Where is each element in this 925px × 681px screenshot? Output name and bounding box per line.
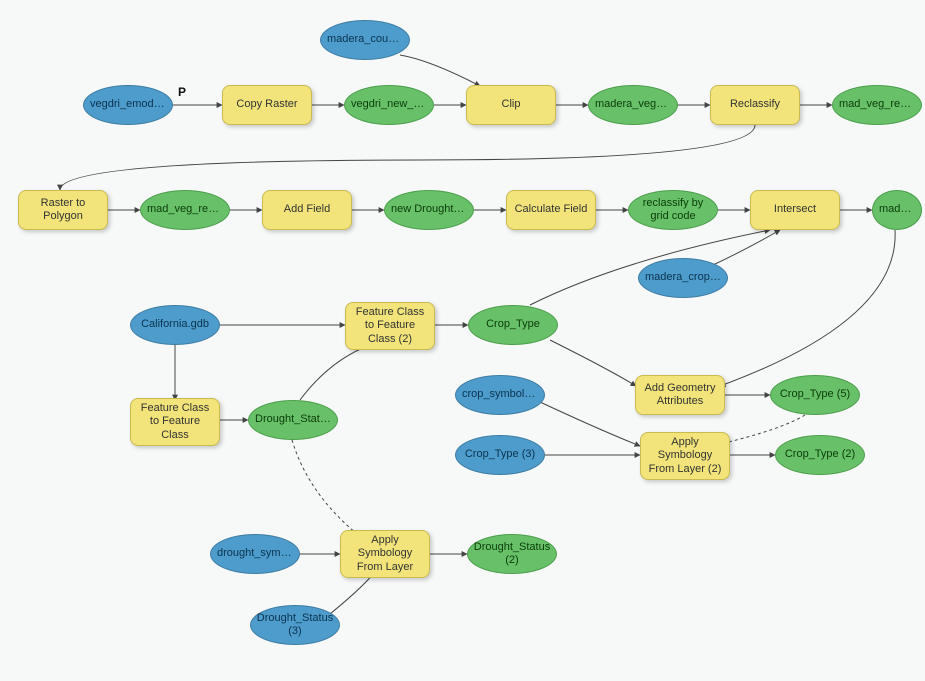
node-label: mad_veg_recl... [147,203,223,216]
node-label: mad_veg_crop... [879,203,915,216]
node-label: Drought_Status (2) [474,541,550,567]
output-node-crop-type-5[interactable]: Crop_Type (5) [770,375,860,415]
node-label: Add Field [284,203,330,216]
tool-node-apply-symbology[interactable]: Apply Symbology From Layer [340,530,430,578]
output-node-crop-type-2[interactable]: Crop_Type (2) [775,435,865,475]
output-node-drought-status[interactable]: Drought_Status [248,400,338,440]
node-label: Crop_Type [486,318,540,331]
param-label-p: P [178,85,186,99]
node-label: madera_vegdr... [595,98,671,111]
node-label: vegdri_new_grid [351,98,427,111]
node-label: Drought_Status [255,413,331,426]
node-label: Reclassify [730,98,780,111]
node-label: Apply Symbology From Layer (2) [647,436,723,476]
output-node-drought-status-2[interactable]: Drought_Status (2) [467,534,557,574]
output-node-madera-vegdr[interactable]: madera_vegdr... [588,85,678,125]
node-label: Crop_Type (2) [785,448,855,461]
data-node-vegdri-emodis[interactable]: vegdri_emodis... [83,85,173,125]
node-label: Add Geometry Attributes [642,382,718,408]
node-label: Raster to Polygon [25,197,101,223]
output-node-mad-veg-recl-2[interactable]: mad_veg_recl... [140,190,230,230]
data-node-drought-symb[interactable]: drought_symb... [210,534,300,574]
node-label: vegdri_emodis... [90,98,166,111]
node-label: Apply Symbology From Layer [347,534,423,574]
output-node-crop-type[interactable]: Crop_Type [468,305,558,345]
model-canvas[interactable]: { "labels": { "p": "P" }, "nodes": { "ve… [0,0,925,681]
node-label: Calculate Field [515,203,588,216]
node-label: Crop_Type (3) [465,448,535,461]
tool-node-fc-to-fc[interactable]: Feature Class to Feature Class [130,398,220,446]
data-node-crop-symbology[interactable]: crop_symbology [455,375,545,415]
node-label: madera_count... [327,33,403,46]
node-label: California.gdb [141,318,209,331]
output-node-mad-veg-recl-1[interactable]: mad_veg_recl... [832,85,922,125]
node-label: Copy Raster [236,98,297,111]
data-node-madera-crops[interactable]: madera_crops... [638,258,728,298]
node-label: Clip [502,98,521,111]
output-node-reclassify-by-grid[interactable]: reclassify by grid code [628,190,718,230]
tool-node-fc-to-fc-2[interactable]: Feature Class to Feature Class (2) [345,302,435,350]
node-label: mad_veg_recl... [839,98,915,111]
node-label: madera_crops... [645,271,721,284]
node-label: Feature Class to Feature Class (2) [352,306,428,346]
tool-node-add-field[interactable]: Add Field [262,190,352,230]
output-node-vegdri-new-grid[interactable]: vegdri_new_grid [344,85,434,125]
tool-node-apply-symbology-2[interactable]: Apply Symbology From Layer (2) [640,432,730,480]
data-node-california-gdb[interactable]: California.gdb [130,305,220,345]
node-label: new Drought field [391,203,467,216]
tool-node-raster-to-polygon[interactable]: Raster to Polygon [18,190,108,230]
node-label: crop_symbology [462,388,538,401]
node-label: Intersect [774,203,816,216]
tool-node-calculate-field[interactable]: Calculate Field [506,190,596,230]
node-label: Crop_Type (5) [780,388,850,401]
tool-node-add-geometry-attributes[interactable]: Add Geometry Attributes [635,375,725,415]
tool-node-intersect[interactable]: Intersect [750,190,840,230]
node-label: drought_symb... [217,547,293,560]
tool-node-reclassify[interactable]: Reclassify [710,85,800,125]
tool-node-copy-raster[interactable]: Copy Raster [222,85,312,125]
tool-node-clip[interactable]: Clip [466,85,556,125]
output-node-new-drought-field[interactable]: new Drought field [384,190,474,230]
output-node-mad-veg-crop[interactable]: mad_veg_crop... [872,190,922,230]
data-node-crop-type-3[interactable]: Crop_Type (3) [455,435,545,475]
data-node-drought-status-3[interactable]: Drought_Status (3) [250,605,340,645]
node-label: Drought_Status (3) [257,612,333,638]
data-node-madera-count[interactable]: madera_count... [320,20,410,60]
node-label: reclassify by grid code [635,197,711,223]
node-label: Feature Class to Feature Class [137,402,213,442]
